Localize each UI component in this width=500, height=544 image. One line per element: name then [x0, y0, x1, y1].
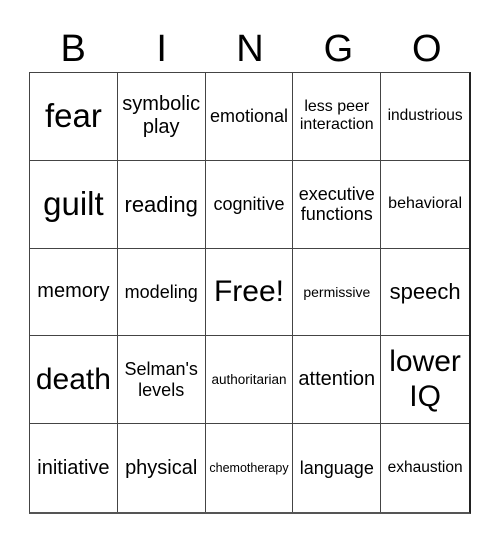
bingo-cell[interactable]: cognitive: [205, 160, 294, 249]
bingo-cell[interactable]: reading: [117, 160, 206, 249]
bingo-cell[interactable]: less peer interaction: [293, 73, 382, 161]
bingo-cell[interactable]: fear: [30, 73, 118, 161]
header-letter-n: N: [236, 28, 264, 70]
free-space[interactable]: Free!: [205, 248, 294, 337]
bingo-header: B I N G O: [29, 26, 471, 72]
bingo-cell[interactable]: chemotherapy: [206, 424, 294, 512]
bingo-cell[interactable]: exhaustion: [381, 424, 469, 512]
bingo-cell[interactable]: memory: [30, 248, 118, 337]
bingo-cell[interactable]: physical: [118, 424, 206, 512]
bingo-grid: fear symbolic play emotional less peer i…: [29, 72, 471, 514]
bingo-cell[interactable]: death: [30, 336, 118, 425]
bingo-cell[interactable]: initiative: [30, 424, 118, 512]
bingo-cell[interactable]: authoritarian: [205, 336, 294, 425]
bingo-cell[interactable]: executive functions: [293, 160, 382, 249]
bingo-cell[interactable]: symbolic play: [117, 73, 206, 161]
bingo-cell[interactable]: emotional: [205, 73, 294, 161]
header-letter-b: B: [60, 28, 86, 70]
bingo-cell[interactable]: language: [293, 424, 382, 512]
bingo-cell[interactable]: industrious: [381, 73, 469, 161]
header-letter-o: O: [412, 28, 442, 70]
bingo-cell[interactable]: permissive: [293, 248, 382, 337]
bingo-cell[interactable]: behavioral: [381, 161, 469, 249]
header-letter-i: I: [156, 28, 167, 70]
bingo-cell[interactable]: modeling: [117, 248, 206, 337]
bingo-cell[interactable]: attention: [293, 336, 382, 425]
bingo-cell[interactable]: speech: [381, 249, 469, 337]
bingo-cell[interactable]: guilt: [30, 160, 118, 249]
header-letter-g: G: [323, 28, 354, 70]
bingo-cell[interactable]: lower IQ: [381, 336, 469, 425]
bingo-cell[interactable]: Selman's levels: [117, 336, 206, 425]
